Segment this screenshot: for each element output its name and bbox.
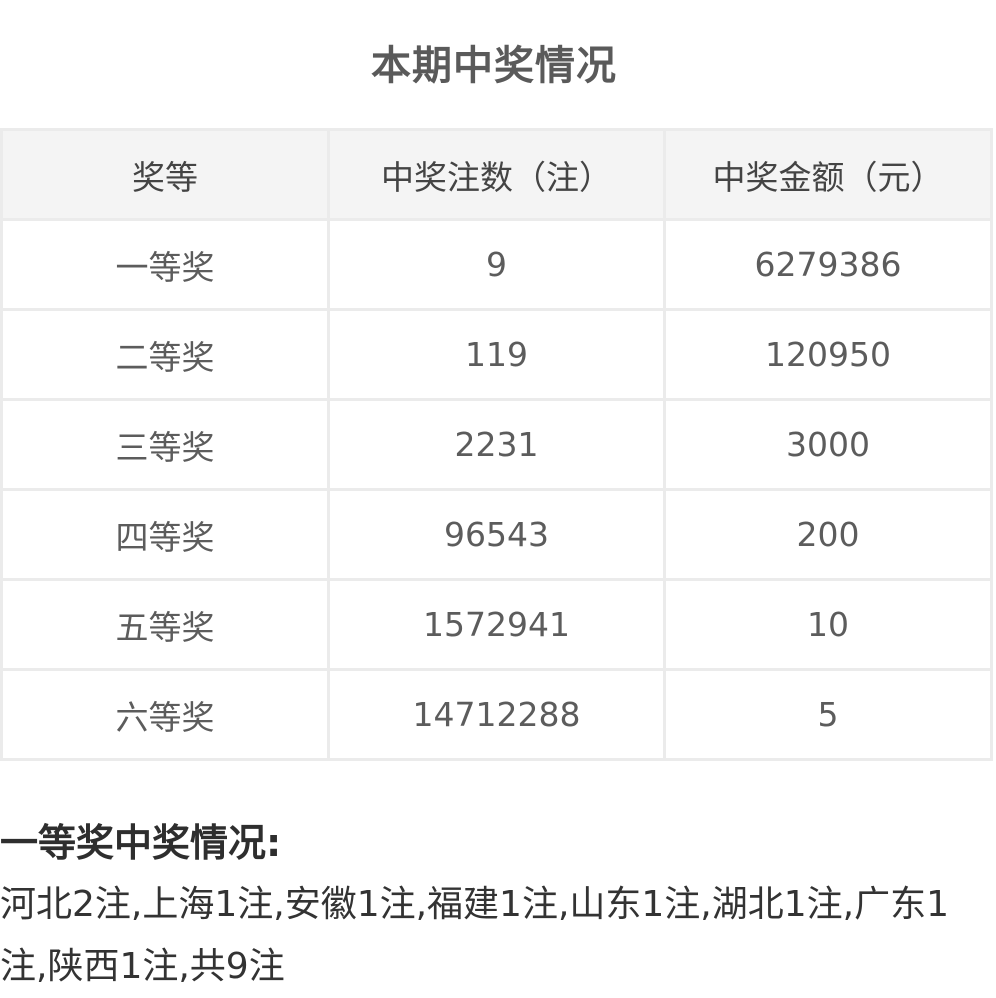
prize-table: 奖等 中奖注数（注） 中奖金额（元） 一等奖 9 6279386 二等奖 119… bbox=[0, 128, 993, 761]
table-row: 一等奖 9 6279386 bbox=[0, 218, 993, 311]
table-row: 三等奖 2231 3000 bbox=[0, 398, 993, 491]
table-header-row: 奖等 中奖注数（注） 中奖金额（元） bbox=[0, 128, 993, 221]
cell-prize-amount: 5 bbox=[663, 668, 993, 761]
cell-winning-count: 96543 bbox=[327, 488, 666, 581]
table-row: 六等奖 14712288 5 bbox=[0, 668, 993, 761]
cell-prize-level: 四等奖 bbox=[0, 488, 330, 581]
table-row: 四等奖 96543 200 bbox=[0, 488, 993, 581]
header-winning-count: 中奖注数（注） bbox=[327, 128, 666, 221]
cell-prize-level: 六等奖 bbox=[0, 668, 330, 761]
header-prize-level: 奖等 bbox=[0, 128, 330, 221]
page-title: 本期中奖情况 bbox=[371, 43, 617, 89]
cell-winning-count: 119 bbox=[327, 308, 666, 401]
cell-prize-level: 五等奖 bbox=[0, 578, 330, 671]
cell-prize-level: 一等奖 bbox=[0, 218, 330, 311]
cell-prize-amount: 120950 bbox=[663, 308, 993, 401]
cell-prize-amount: 6279386 bbox=[663, 218, 993, 311]
cell-prize-amount: 200 bbox=[663, 488, 993, 581]
first-prize-heading: 一等奖中奖情况: bbox=[0, 821, 282, 865]
cell-prize-level: 三等奖 bbox=[0, 398, 330, 491]
cell-winning-count: 9 bbox=[327, 218, 666, 311]
cell-prize-level: 二等奖 bbox=[0, 308, 330, 401]
header-prize-amount: 中奖金额（元） bbox=[663, 128, 993, 221]
first-prize-detail: 河北2注,上海1注,安徽1注,福建1注,山东1注,湖北1注,广东1注,陕西1注,… bbox=[0, 884, 949, 987]
cell-winning-count: 1572941 bbox=[327, 578, 666, 671]
table-row: 五等奖 1572941 10 bbox=[0, 578, 993, 671]
cell-prize-amount: 10 bbox=[663, 578, 993, 671]
table-row: 二等奖 119 120950 bbox=[0, 308, 993, 401]
cell-winning-count: 2231 bbox=[327, 398, 666, 491]
cell-prize-amount: 3000 bbox=[663, 398, 993, 491]
cell-winning-count: 14712288 bbox=[327, 668, 666, 761]
